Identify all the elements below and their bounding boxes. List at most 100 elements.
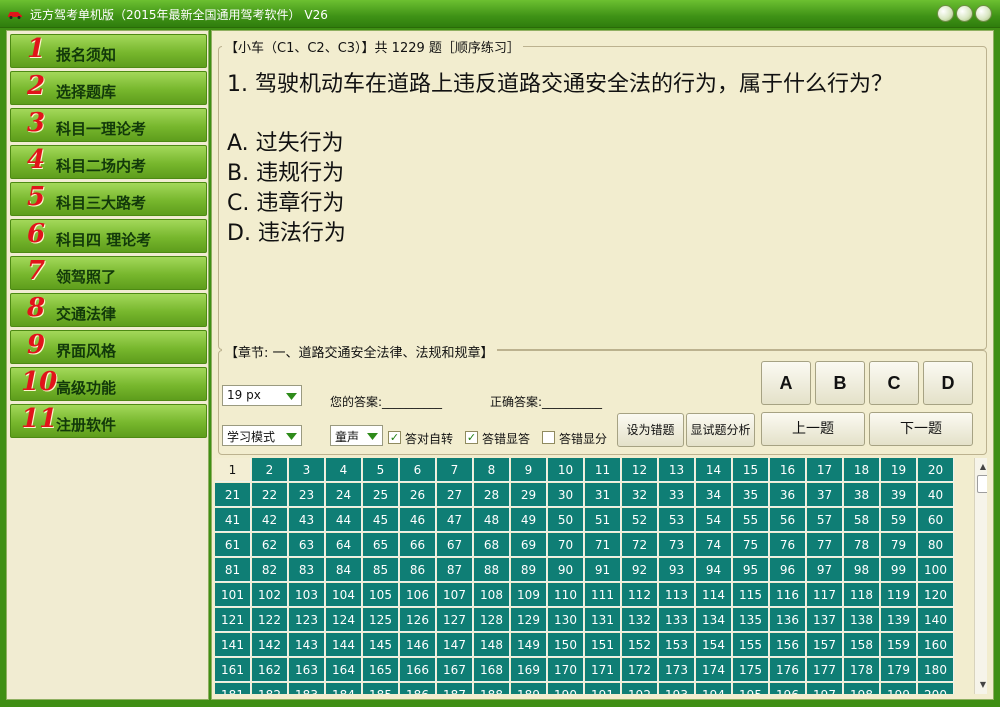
question-number-cell[interactable]: 52 bbox=[622, 508, 658, 532]
question-number-cell[interactable]: 2 bbox=[252, 458, 288, 482]
question-number-cell[interactable]: 69 bbox=[511, 533, 547, 557]
option-b[interactable]: B. 违规行为 bbox=[227, 155, 344, 187]
question-number-cell[interactable]: 112 bbox=[622, 583, 658, 607]
question-number-cell[interactable]: 64 bbox=[326, 533, 362, 557]
question-number-cell[interactable]: 167 bbox=[437, 658, 473, 682]
question-number-cell[interactable]: 44 bbox=[326, 508, 362, 532]
question-number-cell[interactable]: 39 bbox=[881, 483, 917, 507]
question-number-cell[interactable]: 9 bbox=[511, 458, 547, 482]
question-number-cell[interactable]: 165 bbox=[363, 658, 399, 682]
question-number-cell[interactable]: 124 bbox=[326, 608, 362, 632]
sidebar-item-subject-three[interactable]: 5 科目三大路考 bbox=[10, 182, 207, 216]
grid-scrollbar[interactable]: ▲ ▼ bbox=[974, 458, 987, 694]
minimize-button[interactable] bbox=[937, 5, 954, 22]
question-number-cell[interactable]: 192 bbox=[622, 683, 658, 694]
question-number-cell[interactable]: 56 bbox=[770, 508, 806, 532]
question-number-cell[interactable]: 138 bbox=[844, 608, 880, 632]
question-number-cell[interactable]: 146 bbox=[400, 633, 436, 657]
question-number-cell[interactable]: 103 bbox=[289, 583, 325, 607]
question-number-cell[interactable]: 164 bbox=[326, 658, 362, 682]
question-number-cell[interactable]: 73 bbox=[659, 533, 695, 557]
question-number-cell[interactable]: 191 bbox=[585, 683, 621, 694]
question-number-cell[interactable]: 47 bbox=[437, 508, 473, 532]
question-number-cell[interactable]: 172 bbox=[622, 658, 658, 682]
question-number-cell[interactable]: 163 bbox=[289, 658, 325, 682]
option-a[interactable]: A. 过失行为 bbox=[227, 125, 344, 157]
question-number-cell[interactable]: 78 bbox=[844, 533, 880, 557]
question-number-cell[interactable]: 18 bbox=[844, 458, 880, 482]
question-number-cell[interactable]: 156 bbox=[770, 633, 806, 657]
question-number-cell[interactable]: 19 bbox=[881, 458, 917, 482]
question-number-cell[interactable]: 101 bbox=[215, 583, 251, 607]
question-number-cell[interactable]: 145 bbox=[363, 633, 399, 657]
question-number-cell[interactable]: 87 bbox=[437, 558, 473, 582]
question-number-cell[interactable]: 55 bbox=[733, 508, 769, 532]
question-number-cell[interactable]: 76 bbox=[770, 533, 806, 557]
question-number-cell[interactable]: 68 bbox=[474, 533, 510, 557]
question-number-cell[interactable]: 28 bbox=[474, 483, 510, 507]
question-number-cell[interactable]: 129 bbox=[511, 608, 547, 632]
scroll-thumb[interactable] bbox=[977, 475, 987, 493]
question-number-cell[interactable]: 58 bbox=[844, 508, 880, 532]
sidebar-item-subject-two[interactable]: 4 科目二场内考 bbox=[10, 145, 207, 179]
question-number-cell[interactable]: 81 bbox=[215, 558, 251, 582]
question-number-cell[interactable]: 168 bbox=[474, 658, 510, 682]
font-size-select[interactable]: 19 px bbox=[222, 385, 302, 406]
question-number-cell[interactable]: 109 bbox=[511, 583, 547, 607]
question-number-cell[interactable]: 60 bbox=[918, 508, 954, 532]
question-number-cell[interactable]: 11 bbox=[585, 458, 621, 482]
option-c[interactable]: C. 违章行为 bbox=[227, 185, 344, 217]
question-number-cell[interactable]: 98 bbox=[844, 558, 880, 582]
question-number-cell[interactable]: 30 bbox=[548, 483, 584, 507]
question-number-cell[interactable]: 10 bbox=[548, 458, 584, 482]
question-number-cell[interactable]: 6 bbox=[400, 458, 436, 482]
question-number-cell[interactable]: 53 bbox=[659, 508, 695, 532]
question-number-cell[interactable]: 154 bbox=[696, 633, 732, 657]
question-number-cell[interactable]: 95 bbox=[733, 558, 769, 582]
question-number-cell[interactable]: 83 bbox=[289, 558, 325, 582]
scroll-down-icon[interactable]: ▼ bbox=[976, 677, 987, 692]
answer-a-button[interactable]: A bbox=[761, 361, 811, 405]
question-number-cell[interactable]: 57 bbox=[807, 508, 843, 532]
question-number-cell[interactable]: 84 bbox=[326, 558, 362, 582]
question-number-cell[interactable]: 182 bbox=[252, 683, 288, 694]
question-number-cell[interactable]: 128 bbox=[474, 608, 510, 632]
question-number-cell[interactable]: 33 bbox=[659, 483, 695, 507]
question-number-cell[interactable]: 119 bbox=[881, 583, 917, 607]
question-number-cell[interactable]: 178 bbox=[844, 658, 880, 682]
question-number-cell[interactable]: 125 bbox=[363, 608, 399, 632]
question-number-cell[interactable]: 116 bbox=[770, 583, 806, 607]
question-number-cell[interactable]: 110 bbox=[548, 583, 584, 607]
question-number-cell[interactable]: 61 bbox=[215, 533, 251, 557]
question-number-cell[interactable]: 49 bbox=[511, 508, 547, 532]
question-number-cell[interactable]: 132 bbox=[622, 608, 658, 632]
question-number-cell[interactable]: 31 bbox=[585, 483, 621, 507]
mode-select[interactable]: 学习模式 bbox=[222, 425, 302, 446]
question-number-cell[interactable]: 180 bbox=[918, 658, 954, 682]
question-number-cell[interactable]: 35 bbox=[733, 483, 769, 507]
question-number-cell[interactable]: 123 bbox=[289, 608, 325, 632]
question-number-cell[interactable]: 80 bbox=[918, 533, 954, 557]
question-number-cell[interactable]: 174 bbox=[696, 658, 732, 682]
question-number-cell[interactable]: 186 bbox=[400, 683, 436, 694]
question-number-cell[interactable]: 86 bbox=[400, 558, 436, 582]
question-number-cell[interactable]: 32 bbox=[622, 483, 658, 507]
question-number-cell[interactable]: 122 bbox=[252, 608, 288, 632]
sidebar-item-license[interactable]: 7 领驾照了 bbox=[10, 256, 207, 290]
question-number-cell[interactable]: 142 bbox=[252, 633, 288, 657]
question-number-cell[interactable]: 111 bbox=[585, 583, 621, 607]
question-number-cell[interactable]: 147 bbox=[437, 633, 473, 657]
question-number-cell[interactable]: 102 bbox=[252, 583, 288, 607]
question-number-cell[interactable]: 89 bbox=[511, 558, 547, 582]
question-number-cell[interactable]: 117 bbox=[807, 583, 843, 607]
question-number-cell[interactable]: 51 bbox=[585, 508, 621, 532]
question-number-cell[interactable]: 131 bbox=[585, 608, 621, 632]
sidebar-item-register[interactable]: 11 注册软件 bbox=[10, 404, 207, 438]
question-number-cell[interactable]: 176 bbox=[770, 658, 806, 682]
question-number-cell[interactable]: 105 bbox=[363, 583, 399, 607]
question-number-cell[interactable]: 152 bbox=[622, 633, 658, 657]
question-number-cell[interactable]: 135 bbox=[733, 608, 769, 632]
question-number-cell[interactable]: 63 bbox=[289, 533, 325, 557]
question-number-cell[interactable]: 106 bbox=[400, 583, 436, 607]
answer-d-button[interactable]: D bbox=[923, 361, 973, 405]
